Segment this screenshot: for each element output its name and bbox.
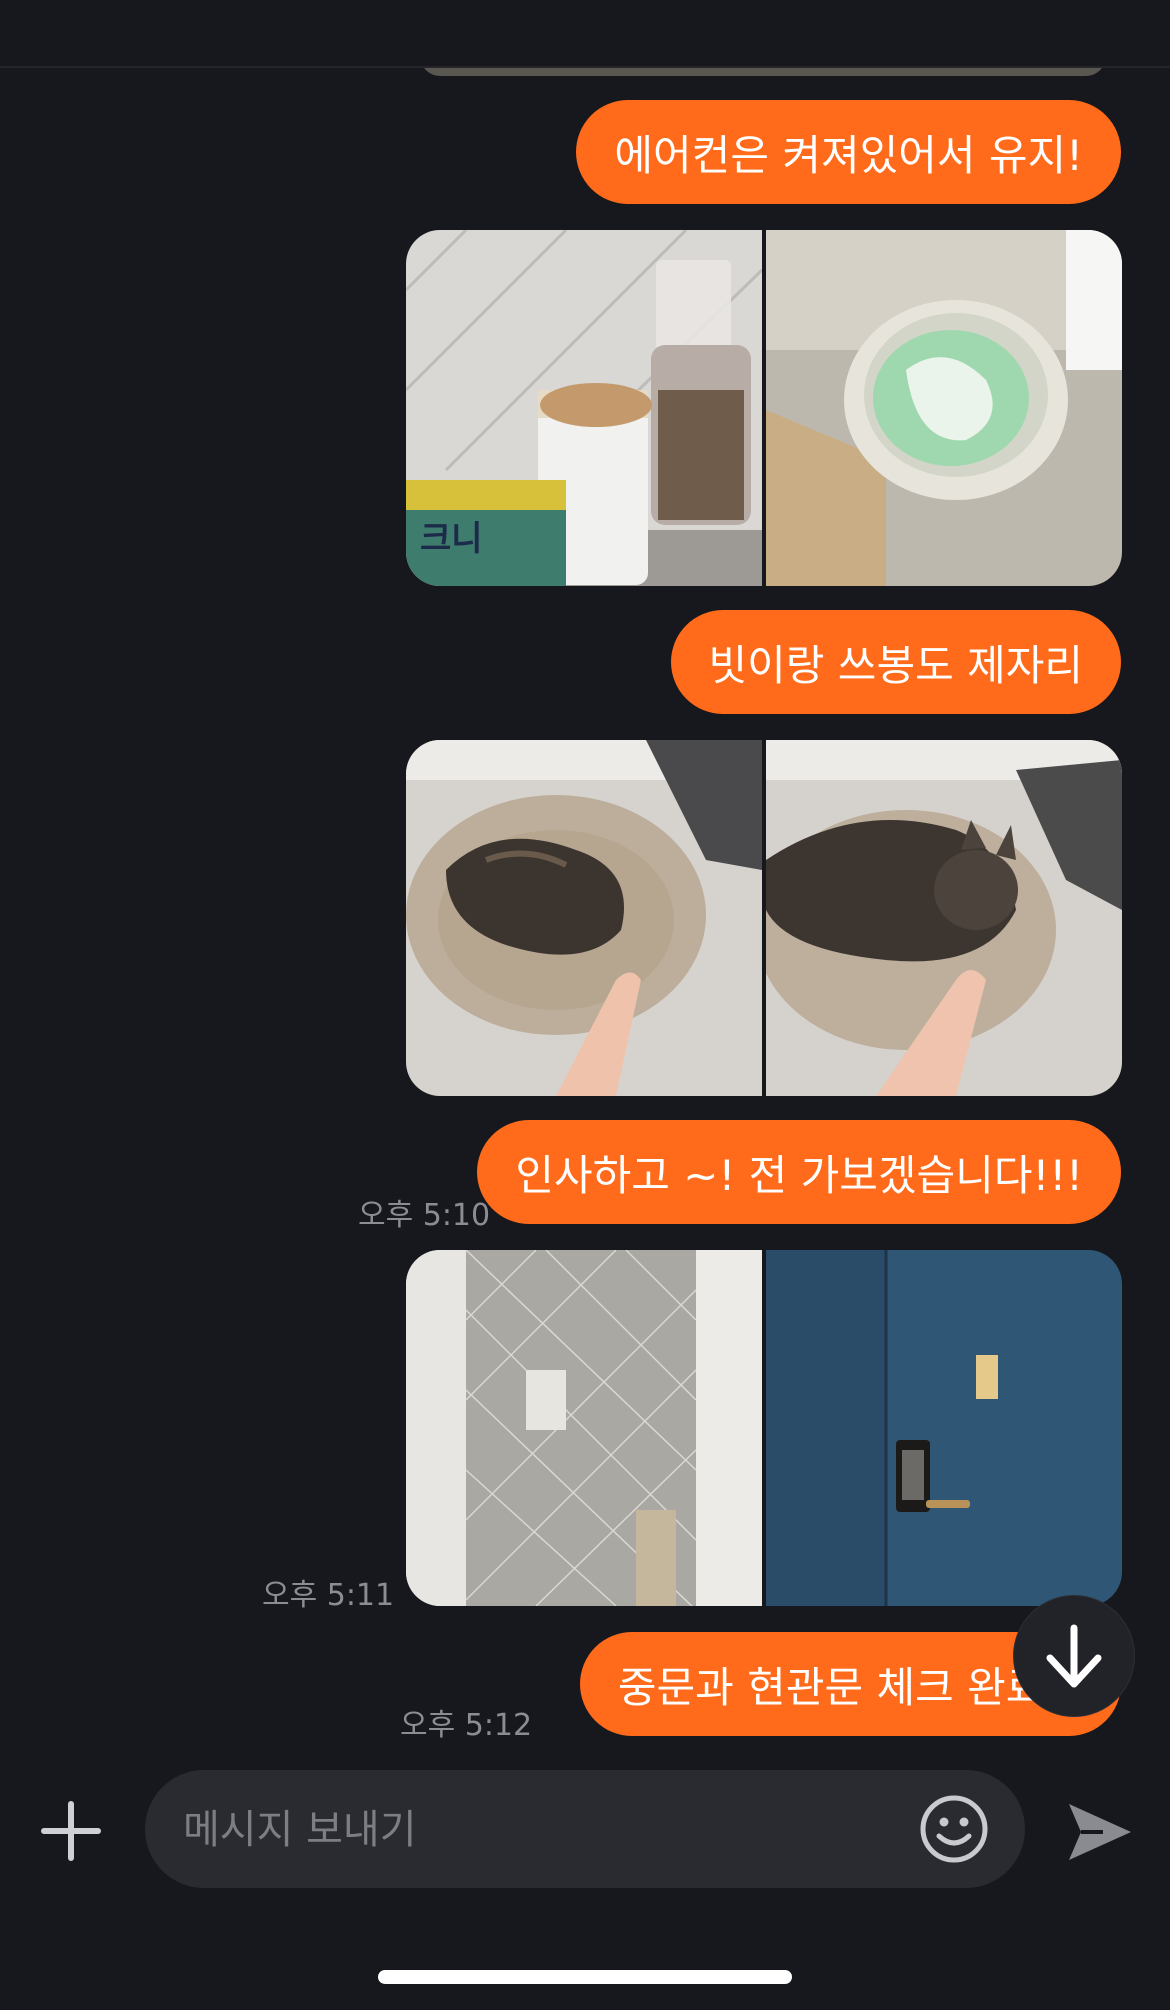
send-icon: [1069, 1804, 1131, 1860]
plus-icon: [41, 1801, 101, 1861]
cat-in-bed-photo[interactable]: [406, 740, 762, 1096]
message-bubble[interactable]: 에어컨은 켜져있어서 유지!: [576, 100, 1121, 204]
message-timestamp: 오후 5:12: [400, 1708, 533, 1743]
smiley-icon: [920, 1795, 988, 1863]
message-input[interactable]: [181, 1770, 885, 1890]
message-timestamp: 오후 5:10: [358, 1198, 491, 1233]
add-attachment-button[interactable]: [38, 1798, 104, 1864]
food-shelf-photo[interactable]: 크니: [406, 230, 762, 586]
home-indicator: [378, 1970, 792, 1984]
message-bubble[interactable]: 빗이랑 쓰봉도 제자리: [670, 610, 1121, 714]
scroll-to-bottom-button[interactable]: [1014, 1596, 1134, 1716]
message-text: 에어컨은 켜져있어서 유지!: [614, 130, 1083, 180]
cat-petted-photo[interactable]: [766, 740, 1122, 1096]
photo-pair: 크니: [406, 230, 1122, 586]
photo-pair: [406, 1250, 1122, 1606]
message-bubble[interactable]: 인사하고 ~! 전 가보겠습니다!!!: [477, 1120, 1121, 1224]
litter-box-photo[interactable]: [766, 230, 1122, 586]
message-composer: [0, 1770, 1170, 1890]
top-bar: [0, 0, 1170, 68]
message-text: 인사하고 ~! 전 가보겠습니다!!!: [515, 1150, 1083, 1200]
inner-door-photo[interactable]: [406, 1250, 762, 1606]
front-door-photo[interactable]: [766, 1250, 1122, 1606]
message-timestamp: 오후 5:11: [262, 1578, 395, 1613]
emoji-button[interactable]: [919, 1794, 989, 1864]
photo-pair: [406, 740, 1122, 1096]
send-button[interactable]: [1063, 1796, 1135, 1868]
arrow-down-icon: [1046, 1624, 1102, 1688]
svg-text:크니: 크니: [420, 519, 483, 559]
message-text: 빗이랑 쓰봉도 제자리: [708, 640, 1083, 690]
message-input-container: [145, 1770, 1025, 1890]
